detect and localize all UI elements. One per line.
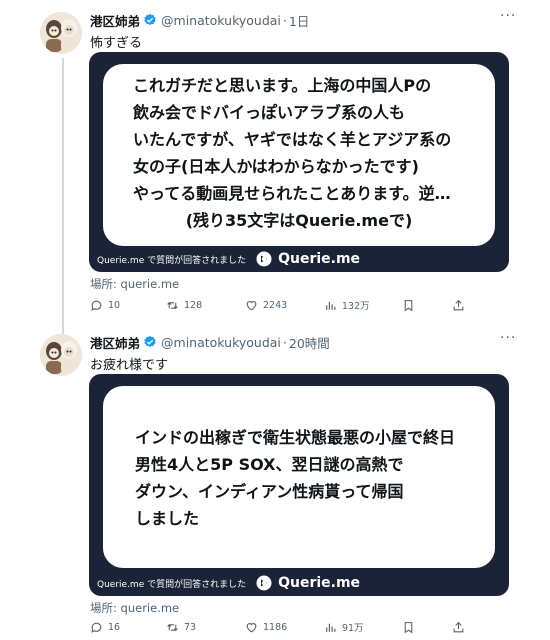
views-button[interactable]: 91万 bbox=[324, 620, 364, 634]
retweet-button[interactable]: 73 bbox=[166, 621, 196, 634]
retweet-count: 128 bbox=[184, 299, 203, 311]
author-handle[interactable]: @minatokukyoudai bbox=[161, 13, 281, 28]
media-image[interactable]: インドの出稼ぎで衛生状態最悪の小屋で終日 男性4人と5P SOX、翌日謎の高熱で… bbox=[89, 374, 509, 596]
author-name[interactable]: 港区姉弟 bbox=[90, 333, 140, 352]
verified-badge-icon bbox=[144, 13, 156, 26]
reply-button[interactable]: 10 bbox=[90, 299, 120, 312]
share-icon bbox=[453, 299, 464, 310]
tweet-header: 港区姉弟 @minatokukyoudai · 1日 bbox=[90, 10, 309, 30]
reply-icon bbox=[91, 300, 102, 311]
like-button[interactable]: 2243 bbox=[245, 299, 287, 312]
reply-icon bbox=[91, 622, 102, 633]
view-count: 91万 bbox=[342, 623, 364, 634]
separator-dot: · bbox=[282, 334, 287, 350]
analytics-icon bbox=[326, 301, 336, 310]
location-label[interactable]: 場所: querie.me bbox=[90, 276, 179, 292]
avatar[interactable] bbox=[40, 334, 82, 376]
media-footer: Querie.me で質問が回答されました Querie.me bbox=[97, 574, 360, 592]
share-button[interactable] bbox=[452, 621, 465, 634]
separator-dot: · bbox=[282, 12, 287, 28]
action-bar: 16 73 1186 91万 bbox=[90, 618, 480, 636]
answer-text: これガチだと思います。上海の中国人Pの 飲み会でドバイっぽいアラブ系の人も いた… bbox=[133, 76, 452, 203]
views-button[interactable]: 132万 bbox=[324, 298, 370, 312]
tweet-header: 港区姉弟 @minatokukyoudai · 20時間 bbox=[90, 332, 330, 352]
tweet-timestamp[interactable]: 1日 bbox=[289, 11, 309, 30]
retweet-count: 73 bbox=[184, 621, 197, 633]
remaining-chars-note: (残り35文字はQuerie.meで) bbox=[185, 211, 413, 230]
querie-logo-icon bbox=[256, 575, 272, 591]
bookmark-icon bbox=[404, 299, 413, 311]
bookmark-icon bbox=[404, 621, 413, 633]
querie-logo-icon bbox=[256, 251, 272, 267]
retweet-icon bbox=[167, 623, 178, 631]
media-caption: Querie.me で質問が回答されました bbox=[97, 579, 247, 590]
answer-bubble: これガチだと思います。上海の中国人Pの 飲み会でドバイっぽいアラブ系の人も いた… bbox=[103, 64, 495, 246]
bookmark-button[interactable] bbox=[402, 299, 415, 312]
share-button[interactable] bbox=[452, 299, 465, 312]
reply-count: 10 bbox=[108, 299, 121, 311]
action-bar: 10 128 2243 132万 bbox=[90, 296, 480, 314]
retweet-icon bbox=[167, 301, 178, 309]
tweet[interactable]: 港区姉弟 @minatokukyoudai · 1日 ··· 怖すぎる これガチ… bbox=[0, 0, 550, 322]
tweet[interactable]: 港区姉弟 @minatokukyoudai · 20時間 ··· お疲れ様です … bbox=[0, 322, 550, 640]
tweet-text: お疲れ様です bbox=[90, 358, 169, 373]
author-name[interactable]: 港区姉弟 bbox=[90, 11, 140, 30]
reply-button[interactable]: 16 bbox=[90, 621, 120, 634]
heart-icon bbox=[246, 622, 257, 632]
verified-badge-icon bbox=[144, 335, 156, 348]
answer-bubble: インドの出稼ぎで衛生状態最悪の小屋で終日 男性4人と5P SOX、翌日謎の高熱で… bbox=[103, 386, 495, 568]
more-options-icon[interactable]: ··· bbox=[500, 330, 516, 346]
avatar[interactable] bbox=[40, 12, 82, 54]
reply-count: 16 bbox=[108, 621, 121, 633]
location-label[interactable]: 場所: querie.me bbox=[90, 600, 179, 616]
more-options-icon[interactable]: ··· bbox=[500, 8, 516, 24]
like-count: 2243 bbox=[263, 299, 288, 311]
view-count: 132万 bbox=[342, 301, 370, 312]
analytics-icon bbox=[326, 623, 336, 632]
heart-icon bbox=[246, 300, 257, 310]
tweet-text: 怖すぎる bbox=[90, 36, 143, 51]
author-handle[interactable]: @minatokukyoudai bbox=[161, 335, 281, 350]
like-button[interactable]: 1186 bbox=[245, 621, 287, 634]
retweet-button[interactable]: 128 bbox=[166, 299, 202, 312]
answer-text: インドの出稼ぎで衛生状態最悪の小屋で終日 男性4人と5P SOX、翌日謎の高熱で… bbox=[135, 428, 456, 528]
share-icon bbox=[453, 621, 464, 632]
tweet-timestamp[interactable]: 20時間 bbox=[289, 333, 330, 352]
media-brand: Querie.me bbox=[278, 575, 361, 591]
media-caption: Querie.me で質問が回答されました bbox=[97, 255, 247, 266]
media-image[interactable]: これガチだと思います。上海の中国人Pの 飲み会でドバイっぽいアラブ系の人も いた… bbox=[89, 52, 509, 272]
like-count: 1186 bbox=[263, 621, 288, 633]
media-footer: Querie.me で質問が回答されました Querie.me bbox=[97, 250, 360, 268]
media-brand: Querie.me bbox=[278, 251, 361, 267]
bookmark-button[interactable] bbox=[402, 621, 415, 634]
